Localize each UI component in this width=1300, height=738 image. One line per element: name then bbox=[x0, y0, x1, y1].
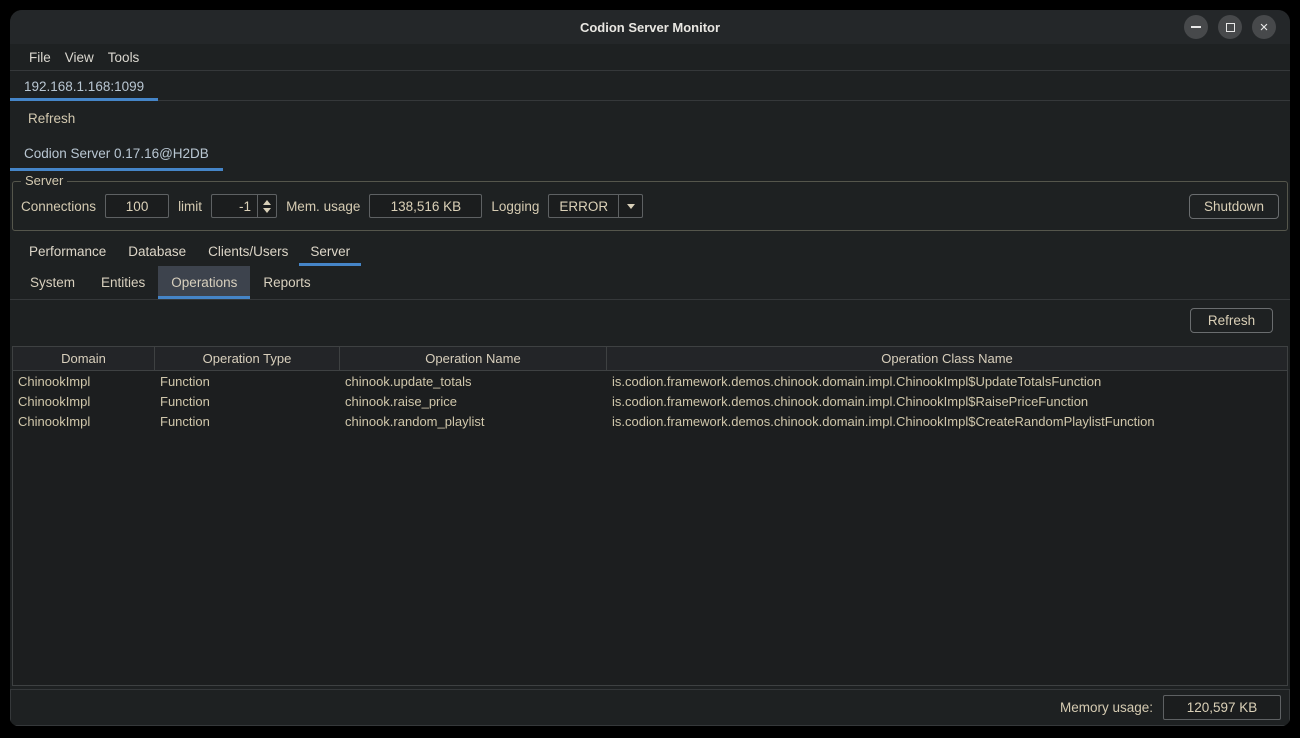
tab-entities[interactable]: Entities bbox=[88, 266, 158, 299]
refresh-button[interactable]: Refresh bbox=[1190, 308, 1273, 333]
table-header-row: Domain Operation Type Operation Name Ope… bbox=[13, 347, 1287, 371]
spinner-down-icon[interactable] bbox=[263, 208, 271, 213]
minimize-icon bbox=[1191, 26, 1201, 28]
tab-reports[interactable]: Reports bbox=[250, 266, 323, 299]
desktop-background: Codion Server Monitor × File View Tools … bbox=[0, 0, 1300, 738]
table-row[interactable]: ChinookImpl Function chinook.raise_price… bbox=[13, 391, 1287, 411]
tab-server-label: Server bbox=[310, 244, 350, 259]
menu-view[interactable]: View bbox=[58, 50, 101, 65]
memory-usage-value: 120,597 KB bbox=[1187, 700, 1258, 715]
tab-operations-label: Operations bbox=[171, 275, 237, 290]
spinner-buttons bbox=[257, 195, 276, 217]
mem-usage-label: Mem. usage bbox=[286, 199, 360, 214]
maximize-button[interactable] bbox=[1218, 15, 1242, 39]
refresh-menu-item[interactable]: Refresh bbox=[28, 111, 75, 126]
cell-operation-class-name: is.codion.framework.demos.chinook.domain… bbox=[607, 371, 1287, 391]
cell-operation-class-name: is.codion.framework.demos.chinook.domain… bbox=[607, 411, 1287, 431]
tab-server-instance[interactable]: Codion Server 0.17.16@H2DB bbox=[10, 135, 223, 171]
tab-operations[interactable]: Operations bbox=[158, 266, 250, 299]
tab-system[interactable]: System bbox=[17, 266, 88, 299]
operations-panel: Refresh Domain Operation Type Operation … bbox=[10, 299, 1290, 689]
tab-entities-label: Entities bbox=[101, 275, 145, 290]
menu-tools[interactable]: Tools bbox=[101, 50, 147, 65]
spinner-up-icon[interactable] bbox=[263, 200, 271, 205]
column-header-operation-name[interactable]: Operation Name bbox=[340, 347, 607, 370]
server-groupbox-title: Server bbox=[21, 173, 67, 188]
title-bar[interactable]: Codion Server Monitor × bbox=[10, 10, 1290, 44]
tab-system-label: System bbox=[30, 275, 75, 290]
server-groupbox: Server Connections 100 limit -1 Mem. usa… bbox=[12, 181, 1288, 231]
close-button[interactable]: × bbox=[1252, 15, 1276, 39]
limit-spinner[interactable]: -1 bbox=[211, 194, 277, 218]
logging-label: Logging bbox=[491, 199, 539, 214]
cell-operation-class-name: is.codion.framework.demos.chinook.domain… bbox=[607, 391, 1287, 411]
cell-domain: ChinookImpl bbox=[13, 391, 155, 411]
tab-database[interactable]: Database bbox=[117, 236, 197, 266]
server-sub-tab-bar: System Entities Operations Reports bbox=[10, 266, 1290, 299]
logging-combobox[interactable]: ERROR bbox=[548, 194, 643, 218]
tab-performance[interactable]: Performance bbox=[18, 236, 117, 266]
tab-clients-users-label: Clients/Users bbox=[208, 244, 288, 259]
tab-host-address[interactable]: 192.168.1.168:1099 bbox=[10, 71, 158, 101]
table-row[interactable]: ChinookImpl Function chinook.update_tota… bbox=[13, 371, 1287, 391]
mem-usage-field[interactable]: 138,516 KB bbox=[369, 194, 482, 218]
cell-operation-name: chinook.raise_price bbox=[340, 391, 607, 411]
shutdown-button[interactable]: Shutdown bbox=[1189, 194, 1279, 219]
cell-domain: ChinookImpl bbox=[13, 411, 155, 431]
limit-value: -1 bbox=[212, 195, 257, 217]
logging-selected-value: ERROR bbox=[549, 195, 618, 217]
memory-usage-field[interactable]: 120,597 KB bbox=[1163, 695, 1281, 720]
host-tab-label: 192.168.1.168:1099 bbox=[24, 79, 144, 94]
cell-operation-type: Function bbox=[155, 391, 340, 411]
column-header-domain[interactable]: Domain bbox=[13, 347, 155, 370]
tab-database-label: Database bbox=[128, 244, 186, 259]
server-groupbox-row: Connections 100 limit -1 Mem. usage 138,… bbox=[21, 194, 1279, 219]
refresh-row: Refresh bbox=[10, 101, 1290, 135]
status-bar: Memory usage: 120,597 KB bbox=[10, 689, 1290, 726]
cell-operation-name: chinook.random_playlist bbox=[340, 411, 607, 431]
tab-performance-label: Performance bbox=[29, 244, 106, 259]
table-row[interactable]: ChinookImpl Function chinook.random_play… bbox=[13, 411, 1287, 431]
chevron-down-icon bbox=[627, 204, 635, 209]
connections-label: Connections bbox=[21, 199, 96, 214]
tab-reports-label: Reports bbox=[263, 275, 310, 290]
cell-domain: ChinookImpl bbox=[13, 371, 155, 391]
menu-bar: File View Tools bbox=[10, 44, 1290, 71]
maximize-icon bbox=[1226, 23, 1235, 32]
main-tab-bar: Performance Database Clients/Users Serve… bbox=[10, 236, 1290, 266]
server-instance-tab-label: Codion Server 0.17.16@H2DB bbox=[24, 146, 209, 161]
window-controls: × bbox=[1184, 15, 1276, 39]
minimize-button[interactable] bbox=[1184, 15, 1208, 39]
menu-file[interactable]: File bbox=[22, 50, 58, 65]
column-header-operation-class-name[interactable]: Operation Class Name bbox=[607, 347, 1287, 370]
server-instance-tab-bar: Codion Server 0.17.16@H2DB bbox=[10, 135, 1290, 171]
window-title: Codion Server Monitor bbox=[10, 10, 1290, 44]
limit-label: limit bbox=[178, 199, 202, 214]
column-header-operation-type[interactable]: Operation Type bbox=[155, 347, 340, 370]
connections-value: 100 bbox=[126, 199, 149, 214]
host-tab-bar: 192.168.1.168:1099 bbox=[10, 71, 1290, 101]
operations-table: Domain Operation Type Operation Name Ope… bbox=[12, 346, 1288, 686]
tab-clients-users[interactable]: Clients/Users bbox=[197, 236, 299, 266]
cell-operation-type: Function bbox=[155, 411, 340, 431]
mem-usage-value: 138,516 KB bbox=[391, 199, 462, 214]
tab-server[interactable]: Server bbox=[299, 236, 361, 266]
memory-usage-label: Memory usage: bbox=[1060, 700, 1153, 715]
close-icon: × bbox=[1260, 20, 1269, 35]
cell-operation-type: Function bbox=[155, 371, 340, 391]
connections-field[interactable]: 100 bbox=[105, 194, 169, 218]
app-window: Codion Server Monitor × File View Tools … bbox=[10, 10, 1290, 726]
combo-arrow-section[interactable] bbox=[618, 195, 642, 217]
cell-operation-name: chinook.update_totals bbox=[340, 371, 607, 391]
